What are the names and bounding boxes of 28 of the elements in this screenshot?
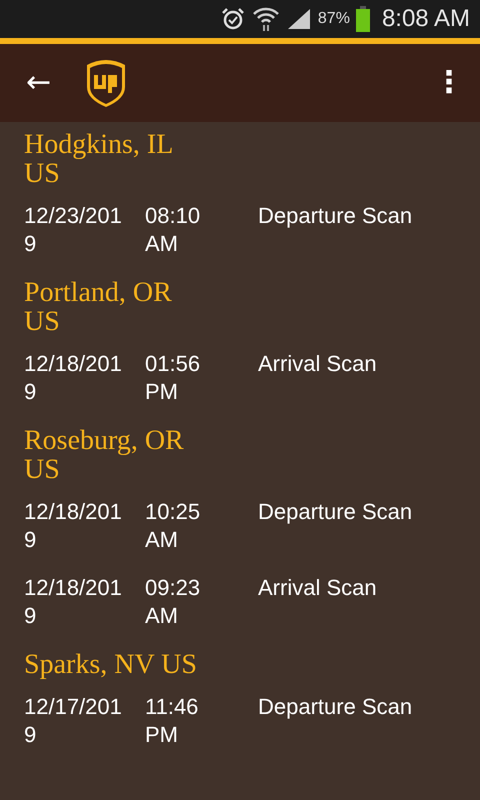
scan-date: 12/18/2019: [24, 574, 123, 630]
scan-activity: Arrival Scan: [258, 574, 378, 602]
scan-time: 11:46 PM: [145, 693, 200, 749]
menu-button[interactable]: ⋮: [428, 68, 470, 98]
scan-date: 12/18/2019: [24, 498, 123, 554]
scan-time: 09:23 AM: [145, 574, 202, 630]
scan-time: 01:56 PM: [145, 350, 202, 406]
scan-date: 12/17/2019: [24, 693, 123, 749]
scan-activity: Departure Scan: [258, 693, 414, 721]
wifi-icon: [252, 6, 280, 32]
scan-activity: Departure Scan: [258, 202, 414, 230]
location-heading: Hodgkins, IL US: [24, 130, 174, 188]
scan-activity: Arrival Scan: [258, 350, 378, 378]
battery-percent: 87%: [318, 10, 350, 28]
location-heading: Sparks, NV US: [24, 650, 198, 679]
scan-time: 10:25 AM: [145, 498, 202, 554]
scan-date: 12/23/2019: [24, 202, 123, 258]
scan-activity: Departure Scan: [258, 498, 414, 526]
scan-date: 12/18/2019: [24, 350, 123, 406]
battery-icon: [356, 6, 370, 32]
shield-logo-icon: [85, 57, 128, 109]
alarm-clock-icon: [220, 6, 246, 32]
back-button[interactable]: ←: [20, 68, 58, 98]
location-heading: Portland, OR US: [24, 278, 173, 336]
scan-time: 08:10 AM: [145, 202, 202, 258]
signal-icon: [286, 7, 312, 31]
clock: 8:08 AM: [382, 5, 470, 33]
location-heading: Roseburg, OR US: [24, 426, 185, 484]
